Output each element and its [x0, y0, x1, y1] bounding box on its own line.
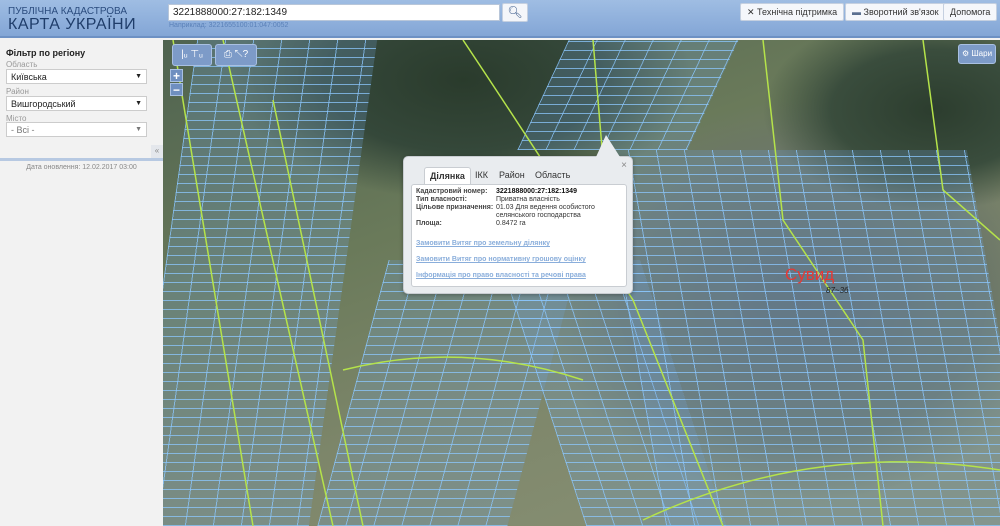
measure-tools[interactable]: |ᵤ ⊤ᵤ: [172, 44, 212, 66]
support-button[interactable]: ✕ Технічна підтримка: [740, 3, 845, 21]
dropdown-arrow-icon: ▼: [135, 100, 142, 107]
oblast-value: Київська: [11, 72, 47, 82]
header: ПУБЛІЧНА КАДАСТРОВА КАРТА УКРАЇНИ Наприк…: [0, 0, 1000, 38]
ownership-info-link[interactable]: Інформація про право власності та речові…: [416, 272, 622, 279]
tab-parcel[interactable]: Ділянка: [424, 167, 471, 184]
layers-button[interactable]: ⚙ Шари: [958, 44, 996, 64]
field-key: Площа:: [416, 220, 442, 227]
field-key: Тип власності:: [416, 196, 467, 203]
field-key: Кадастровий номер:: [416, 188, 488, 195]
support-label: Технічна підтримка: [757, 7, 838, 17]
layers-label: Шари: [971, 49, 993, 58]
update-date: Дата оновлення: 12.02.2017 03:00: [0, 158, 163, 171]
search-icon: 🔍︎: [507, 5, 523, 19]
misto-value: - Всі -: [11, 125, 35, 135]
tab-oblast[interactable]: Область: [530, 167, 575, 183]
sidebar: Фільтр по регіону Область Київська ▼ Райо…: [0, 40, 163, 526]
town-label: Сувид: [785, 265, 835, 284]
filter-title: Фільтр по регіону: [6, 48, 86, 58]
identify-icon[interactable]: ↖?: [235, 49, 249, 60]
feedback-button[interactable]: ▬ Зворотний зв'язок: [845, 3, 946, 21]
cadastral-number: 3221888000:27:182:1349: [496, 188, 577, 195]
town-sublabel: 87~3б: [826, 286, 849, 295]
feedback-label: Зворотний зв'язок: [863, 7, 939, 17]
oblast-label: Область: [6, 60, 38, 69]
raion-label: Район: [6, 87, 29, 96]
close-icon[interactable]: ×: [621, 160, 627, 171]
tools-icon: ✕: [747, 7, 758, 17]
gear-icon: ⚙: [961, 49, 972, 58]
search-input[interactable]: [168, 4, 500, 21]
search-button[interactable]: 🔍︎: [502, 3, 528, 22]
print-tools[interactable]: ⎙ ↖?: [215, 44, 257, 66]
field-key: Цільове призначення:: [416, 204, 494, 211]
dropdown-arrow-icon: ▼: [135, 73, 142, 80]
order-valuation-extract-link[interactable]: Замовити Витяг про нормативну грошову оц…: [416, 256, 622, 263]
order-parcel-extract-link[interactable]: Замовити Витяг про земельну ділянку: [416, 240, 622, 247]
parcel-details: Кадастровий номер: 3221888000:27:182:1349…: [411, 184, 627, 287]
misto-select[interactable]: - Всі - ▼: [6, 122, 147, 137]
search-hint: Наприклад: 3221655100:01:047:0052: [169, 22, 289, 29]
envelope-icon: ▬: [852, 7, 864, 17]
measure-distance-icon[interactable]: |ᵤ: [181, 49, 187, 60]
tab-raion[interactable]: Район: [494, 167, 530, 183]
collapse-sidebar-button[interactable]: «: [151, 145, 163, 158]
measure-area-icon[interactable]: ⊤ᵤ: [190, 49, 203, 60]
dropdown-arrow-icon: ▼: [135, 126, 142, 133]
raion-select[interactable]: Вишгородський ▼: [6, 96, 147, 111]
purpose: 01.03 Для ведення особистого селянського…: [496, 204, 595, 219]
area: 0.8472 га: [496, 220, 526, 227]
logo-line2: КАРТА УКРАЇНИ: [8, 16, 137, 33]
parcel-info-popup: × Ділянка ІКК Район Область Кадастровий …: [403, 135, 633, 294]
help-button[interactable]: Допомога: [943, 3, 998, 21]
raion-value: Вишгородський: [11, 99, 76, 109]
tab-ikk[interactable]: ІКК: [470, 167, 493, 183]
zoom-in-button[interactable]: +: [170, 69, 183, 82]
oblast-select[interactable]: Київська ▼: [6, 69, 147, 84]
print-icon[interactable]: ⎙: [224, 49, 232, 60]
ownership-type: Приватна власність: [496, 196, 560, 203]
zoom-out-button[interactable]: −: [170, 83, 183, 96]
